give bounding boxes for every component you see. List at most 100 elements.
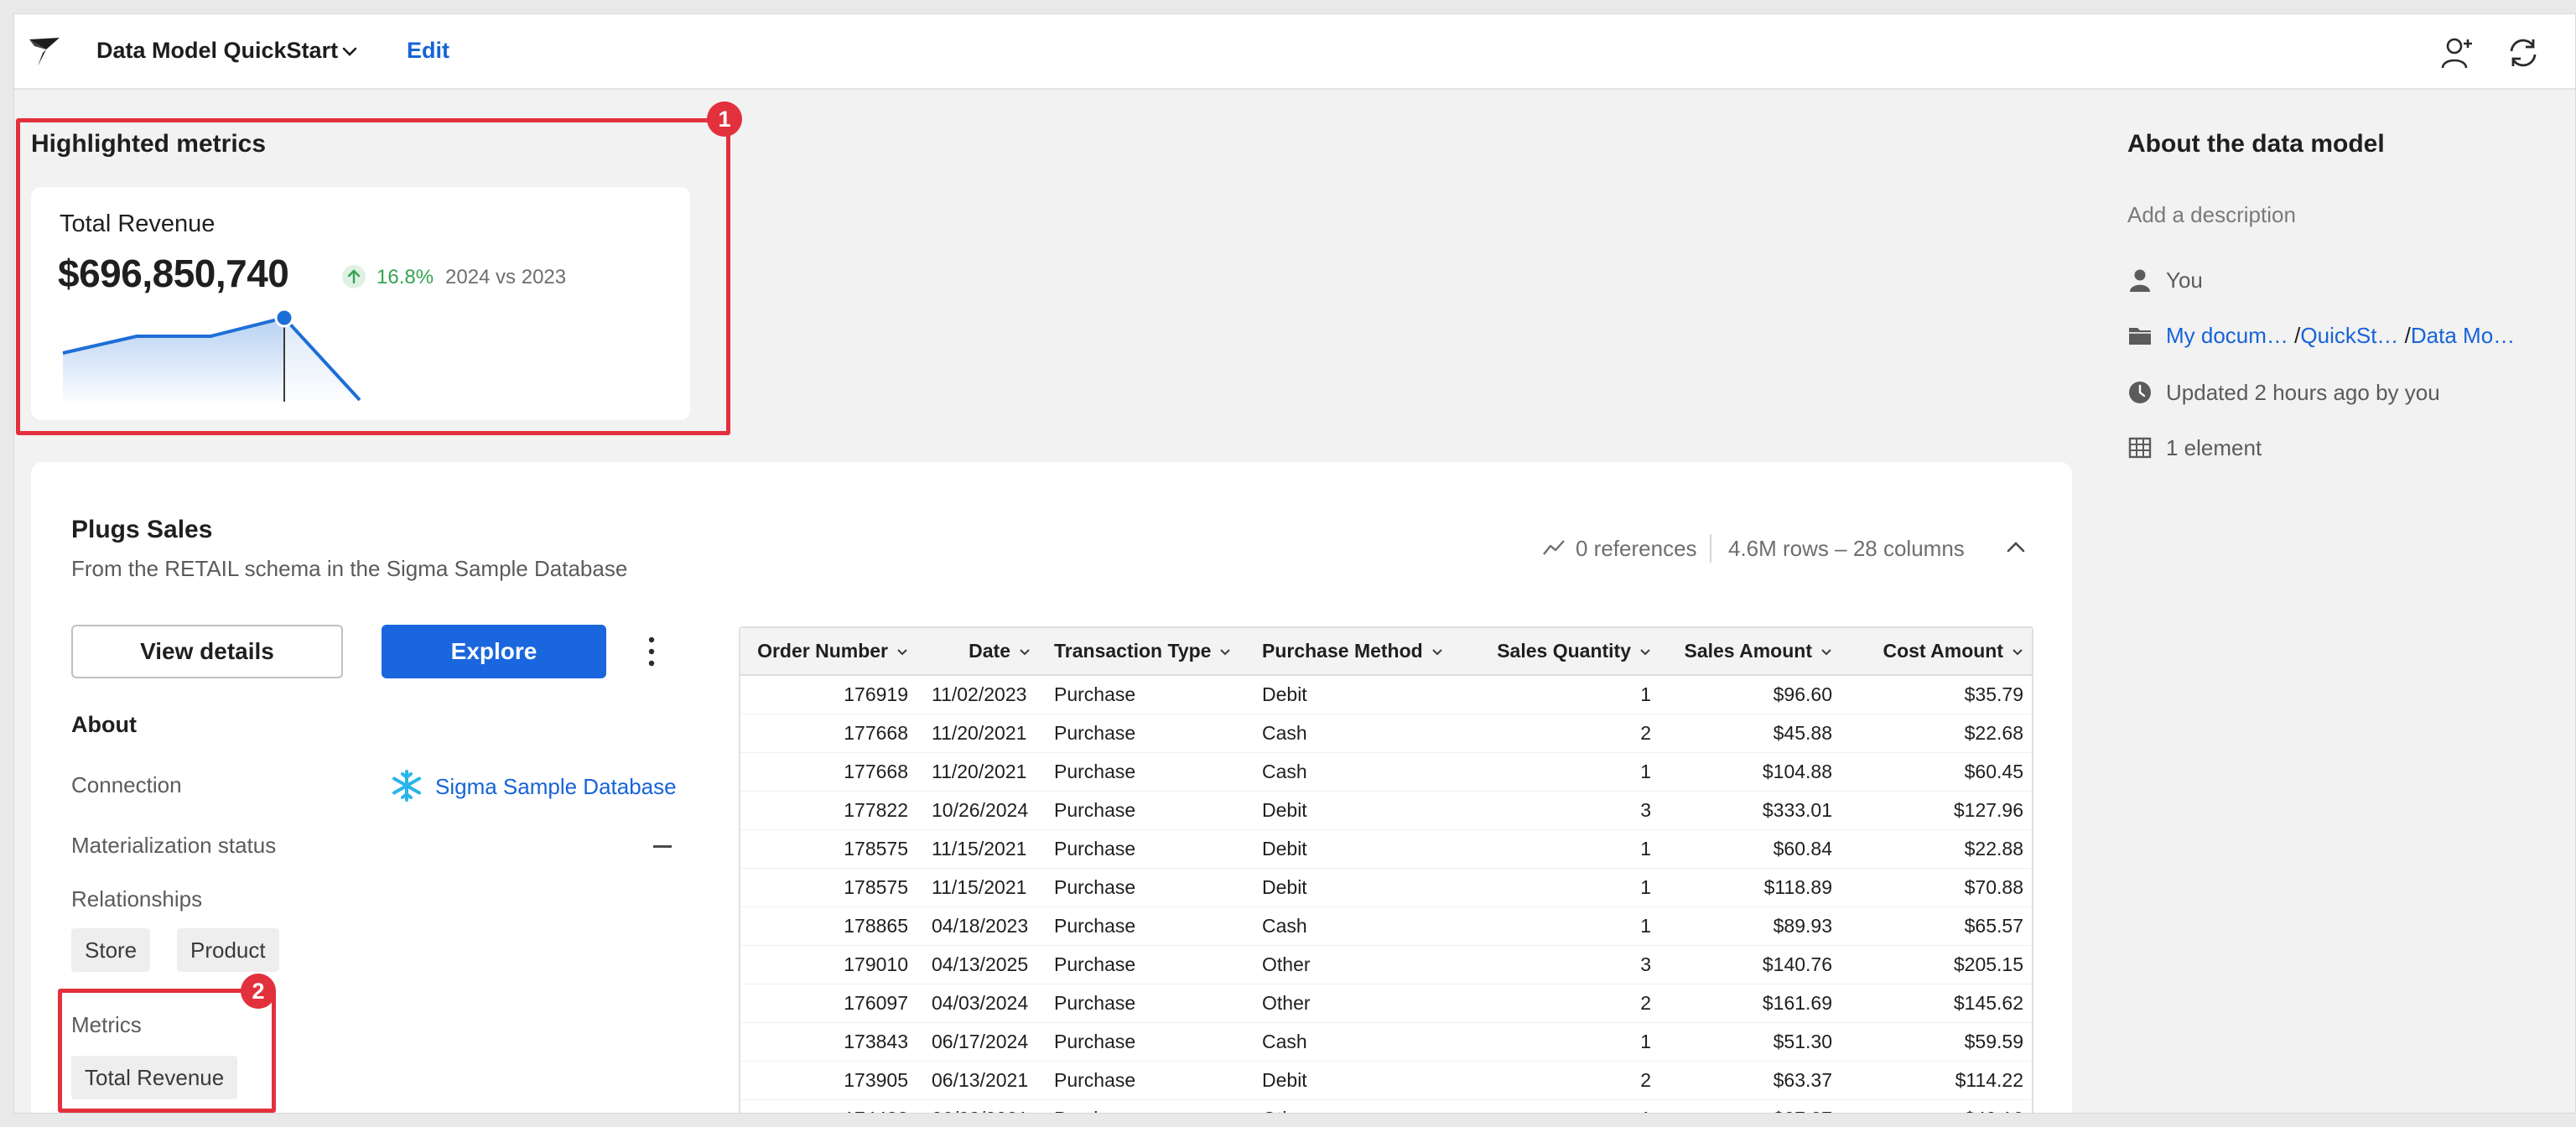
column-header[interactable]: Order Number: [740, 628, 920, 676]
top-bar: Data Model QuickStart Edit: [14, 14, 2575, 90]
table-cell: 11/02/2023: [920, 675, 1042, 714]
chevron-down-icon[interactable]: [1219, 648, 1231, 657]
table-cell: 2: [1470, 714, 1663, 753]
column-header-label: Sales Amount: [1684, 640, 1812, 662]
rows-columns-count: 4.6M rows – 28 columns: [1728, 536, 1965, 561]
table-cell: Other: [1250, 945, 1470, 984]
table-cell: $22.68: [1844, 714, 2032, 753]
table-row[interactable]: 178575 11/15/2021 Purchase Debit 1 $118.89 $70…: [740, 868, 2032, 907]
table-cell: $114.22: [1844, 1061, 2032, 1100]
description-input[interactable]: Add a description: [2127, 202, 2296, 228]
table-cell: Purchase: [1042, 868, 1250, 907]
table-row[interactable]: 177668 11/20/2021 Purchase Cash 1 $104.88 $60.…: [740, 752, 2032, 792]
table-row[interactable]: 173905 06/13/2021 Purchase Debit 2 $63.37 $114…: [740, 1061, 2032, 1100]
table-cell: Other: [1250, 1099, 1470, 1113]
table-cell: Purchase: [1042, 1061, 1250, 1100]
path-segment-data-model[interactable]: Data Mo…: [2411, 323, 2515, 348]
table-cell: $205.15: [1844, 945, 2032, 984]
chevron-up-icon[interactable]: [2005, 539, 2027, 554]
table-row[interactable]: 173843 06/17/2024 Purchase Cash 1 $51.30 $59.5…: [740, 1022, 2032, 1062]
column-header[interactable]: Sales Amount: [1663, 628, 1844, 676]
table-row[interactable]: 177822 10/26/2024 Purchase Debit 3 $333.01 $12…: [740, 791, 2032, 830]
table-cell: $45.88: [1663, 714, 1844, 753]
owner-name: You: [2166, 267, 2203, 293]
table-row[interactable]: 179010 04/13/2025 Purchase Other 3 $140.76 $20…: [740, 945, 2032, 984]
table-row[interactable]: 177668 11/20/2021 Purchase Cash 2 $45.88 $22.6…: [740, 714, 2032, 753]
table-cell: $51.30: [1663, 1022, 1844, 1062]
table-cell: Purchase: [1042, 945, 1250, 984]
table-cell: 173843: [740, 1022, 920, 1062]
table-icon: [2128, 437, 2152, 459]
chevron-down-icon[interactable]: [1639, 648, 1651, 657]
table-row[interactable]: 17448806/03/2021PurchaseOther1$27.27$49.…: [740, 1099, 2032, 1113]
table-cell: $49.16: [1844, 1099, 2032, 1113]
table-cell: Purchase: [1042, 752, 1250, 792]
table-cell: $70.88: [1844, 868, 2032, 907]
path-segment-quickstart[interactable]: QuickSt…: [2300, 323, 2398, 348]
workbook-title[interactable]: Data Model QuickStart: [96, 38, 338, 64]
relationships-label: Relationships: [71, 886, 203, 911]
chevron-down-icon[interactable]: [341, 44, 358, 60]
chevron-down-icon[interactable]: [2012, 648, 2023, 657]
relationship-chip-store[interactable]: Store: [71, 928, 151, 972]
column-header[interactable]: Transaction Type: [1042, 628, 1250, 676]
table-cell: $59.59: [1844, 1022, 2032, 1062]
column-header[interactable]: Date: [920, 628, 1042, 676]
column-header[interactable]: Purchase Method: [1250, 628, 1470, 676]
add-user-icon[interactable]: [2439, 34, 2476, 71]
table-cell: 173905: [740, 1061, 920, 1100]
table-cell: $35.79: [1844, 675, 2032, 714]
data-table[interactable]: Order Number Date Transaction Type Purchase…: [739, 626, 2033, 1113]
table-cell: Purchase: [1042, 1099, 1250, 1113]
connection-name[interactable]: Sigma Sample Database: [435, 774, 677, 800]
table-cell: Purchase: [1042, 675, 1250, 714]
callout-badge-1: 1: [707, 101, 742, 137]
app-window: Data Model QuickStart Edit Highlighted m…: [13, 13, 2576, 1114]
table-cell: $333.01: [1663, 791, 1844, 830]
table-cell: Purchase: [1042, 1022, 1250, 1062]
table-cell: 11/15/2021: [920, 829, 1042, 869]
table-cell: 176919: [740, 675, 920, 714]
table-row[interactable]: 178575 11/15/2021 Purchase Debit 1 $60.84 $22.…: [740, 829, 2032, 869]
table-cell: Purchase: [1042, 829, 1250, 869]
table-cell: Debit: [1250, 829, 1470, 869]
table-cell: 179010: [740, 945, 920, 984]
table-cell: 174488: [740, 1099, 920, 1113]
column-header-label: Transaction Type: [1054, 640, 1212, 662]
table-cell: 06/03/2021: [920, 1099, 1042, 1113]
chevron-down-icon[interactable]: [896, 648, 908, 657]
column-header[interactable]: Sales Quantity: [1470, 628, 1663, 676]
refresh-icon[interactable]: [2505, 34, 2542, 71]
column-header[interactable]: Cost Amount: [1844, 628, 2032, 676]
more-options-icon[interactable]: [643, 633, 660, 670]
table-cell: $63.37: [1663, 1061, 1844, 1100]
references-count[interactable]: 0 references: [1576, 536, 1697, 562]
table-row[interactable]: 178865 04/18/2023 Purchase Cash 1 $89.93 $65.5…: [740, 906, 2032, 946]
chevron-down-icon[interactable]: [1431, 648, 1443, 657]
table-cell: $140.76: [1663, 945, 1844, 984]
sigma-logo-icon[interactable]: [26, 34, 65, 70]
table-cell: 178575: [740, 868, 920, 907]
connection-label: Connection: [71, 772, 182, 797]
table-cell: $161.69: [1663, 984, 1844, 1023]
table-cell: $65.57: [1844, 906, 2032, 946]
relationship-chip-product[interactable]: Product: [177, 928, 279, 972]
table-cell: $104.88: [1663, 752, 1844, 792]
table-cell: 1: [1470, 906, 1663, 946]
chevron-down-icon[interactable]: [1019, 648, 1031, 657]
edit-button[interactable]: Edit: [407, 38, 449, 64]
table-body: 176919 11/02/2023 Purchase Debit 1 $96.60 $35.…: [740, 675, 2032, 1113]
table-cell: 11/15/2021: [920, 868, 1042, 907]
table-row[interactable]: 176919 11/02/2023 Purchase Debit 1 $96.60 $35.…: [740, 675, 2032, 714]
element-card-plugs-sales: Plugs Sales From the RETAIL schema in th…: [31, 462, 2072, 1113]
table-cell: 04/13/2025: [920, 945, 1042, 984]
table-cell: 176097: [740, 984, 920, 1023]
table-row[interactable]: 176097 04/03/2024 Purchase Other 2 $161.69 $14…: [740, 984, 2032, 1023]
path-segment-my-documents[interactable]: My docum…: [2166, 323, 2288, 348]
table-cell: Cash: [1250, 906, 1470, 946]
explore-button[interactable]: Explore: [382, 625, 606, 678]
chevron-down-icon[interactable]: [1820, 648, 1832, 657]
view-details-button[interactable]: View details: [71, 625, 343, 678]
table-cell: $22.88: [1844, 829, 2032, 869]
table-cell: Purchase: [1042, 906, 1250, 946]
